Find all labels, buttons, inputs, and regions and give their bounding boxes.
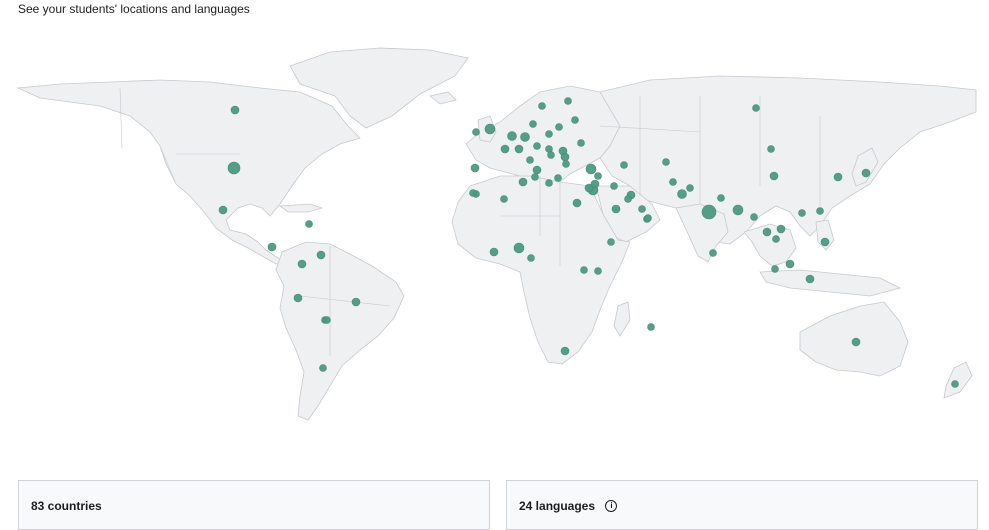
marker-ethiopia[interactable]	[607, 238, 615, 246]
marker-turkey[interactable]	[585, 163, 597, 175]
marker-mongolia[interactable]	[767, 145, 775, 153]
marker-spain[interactable]	[470, 163, 480, 173]
marker-mauritius[interactable]	[647, 323, 655, 331]
marker-poland[interactable]	[545, 130, 553, 138]
marker-usa[interactable]	[227, 161, 241, 175]
land-iceland	[429, 91, 457, 105]
marker-colombia[interactable]	[297, 259, 307, 269]
marker-china[interactable]	[769, 171, 779, 181]
marker-nigeria[interactable]	[513, 242, 525, 254]
marker-norway[interactable]	[538, 102, 546, 110]
marker-hong-kong[interactable]	[798, 209, 806, 217]
marker-ukraine[interactable]	[577, 139, 585, 147]
marker-latvia[interactable]	[555, 123, 563, 131]
marker-ghana[interactable]	[489, 247, 499, 257]
marker-mexico[interactable]	[218, 205, 228, 215]
marker-sweden[interactable]	[564, 97, 572, 105]
marker-malaysia[interactable]	[785, 259, 795, 269]
land-south-america	[275, 241, 405, 421]
land-madagascar	[613, 301, 631, 337]
marker-russia[interactable]	[752, 104, 760, 112]
marker-south-africa[interactable]	[560, 346, 570, 356]
marker-belgium[interactable]	[500, 144, 510, 154]
marker-germany[interactable]	[520, 132, 530, 142]
marker-singapore[interactable]	[771, 265, 779, 273]
marker-serbia[interactable]	[547, 151, 555, 159]
marker-greece[interactable]	[554, 174, 562, 182]
marker-algeria[interactable]	[500, 195, 508, 203]
marker-canada[interactable]	[230, 105, 240, 115]
marker-uae[interactable]	[638, 205, 646, 213]
marker-denmark[interactable]	[529, 120, 537, 128]
marker-kazakhstan[interactable]	[662, 158, 670, 166]
marker-iraq[interactable]	[610, 182, 618, 190]
marker-afghanistan[interactable]	[686, 184, 694, 192]
marker-chile[interactable]	[319, 364, 327, 372]
marker-bulgaria[interactable]	[562, 160, 570, 168]
world-map	[0, 36, 989, 436]
land-caribbean	[278, 203, 324, 213]
marker-indonesia[interactable]	[805, 274, 815, 284]
marker-cuba[interactable]	[305, 220, 313, 228]
marker-brazil[interactable]	[351, 297, 361, 307]
marker-italy[interactable]	[532, 165, 542, 175]
marker-pakistan[interactable]	[677, 189, 687, 199]
marker-kuwait[interactable]	[624, 195, 632, 203]
marker-australia[interactable]	[851, 337, 861, 347]
marker-uk[interactable]	[484, 123, 496, 135]
marker-taiwan[interactable]	[816, 207, 824, 215]
land-indonesia	[759, 269, 902, 297]
marker-saudi-arabia[interactable]	[611, 204, 621, 214]
marker-oman[interactable]	[644, 214, 652, 222]
languages-count: 24 languages	[519, 499, 596, 513]
info-icon[interactable]: i	[605, 499, 618, 512]
countries-card: 83 countries	[18, 480, 490, 530]
marker-bangladesh[interactable]	[732, 204, 744, 216]
marker-bolivia[interactable]	[323, 316, 331, 324]
marker-morocco[interactable]	[518, 177, 528, 187]
marker-jordan[interactable]	[584, 183, 594, 193]
marker-ireland[interactable]	[472, 128, 480, 136]
marker-libya[interactable]	[545, 179, 553, 187]
marker-uzbekistan[interactable]	[669, 178, 677, 186]
marker-sudan[interactable]	[572, 198, 582, 208]
marker-kenya[interactable]	[594, 267, 602, 275]
marker-new-zealand[interactable]	[951, 380, 959, 388]
marker-senegal[interactable]	[469, 189, 477, 197]
world-map-svg	[16, 47, 977, 421]
marker-czech[interactable]	[533, 142, 541, 150]
languages-card: 24 languages i	[506, 480, 978, 530]
marker-costa-rica[interactable]	[267, 242, 277, 252]
marker-thailand[interactable]	[762, 227, 772, 237]
marker-venezuela[interactable]	[316, 250, 326, 260]
marker-georgia[interactable]	[620, 161, 628, 169]
land-north-america	[16, 79, 361, 265]
marker-finland[interactable]	[571, 116, 579, 124]
marker-ecuador[interactable]	[293, 293, 303, 303]
marker-tunisia[interactable]	[531, 173, 539, 181]
marker-korea[interactable]	[833, 172, 843, 182]
countries-count: 83 countries	[31, 499, 102, 513]
marker-netherlands[interactable]	[507, 131, 517, 141]
marker-japan[interactable]	[861, 168, 871, 178]
page-subtitle: See your students' locations and languag…	[18, 2, 250, 16]
marker-nepal[interactable]	[717, 194, 725, 202]
marker-romania[interactable]	[560, 152, 570, 162]
marker-switzerland[interactable]	[526, 156, 534, 164]
marker-sri-lanka[interactable]	[709, 249, 717, 257]
marker-philippines[interactable]	[820, 237, 830, 247]
marker-myanmar[interactable]	[750, 213, 758, 221]
marker-vietnam[interactable]	[776, 224, 786, 234]
land-new-zealand	[943, 361, 973, 399]
marker-cameroon[interactable]	[527, 254, 535, 262]
marker-france[interactable]	[514, 144, 524, 154]
marker-india[interactable]	[701, 204, 717, 220]
marker-lebanon[interactable]	[594, 172, 602, 180]
marker-cambodia[interactable]	[772, 235, 780, 243]
marker-uganda[interactable]	[580, 266, 588, 274]
